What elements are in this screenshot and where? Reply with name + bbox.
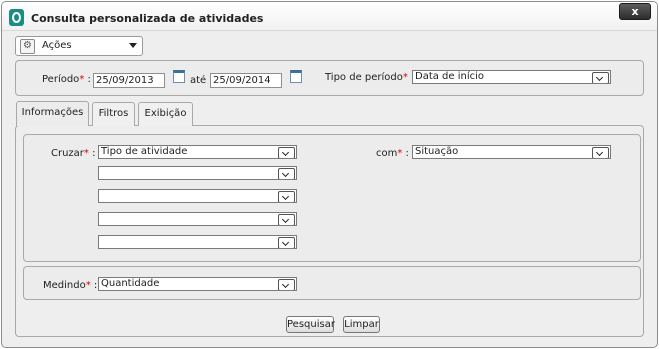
chevron-down-icon [278, 191, 295, 202]
measure-select[interactable]: Quantidade [98, 277, 297, 291]
cross-select-1[interactable]: Tipo de atividade [98, 145, 297, 159]
period-type-label: Tipo de período [325, 72, 403, 83]
gear-icon: ⚙ [20, 39, 35, 54]
chevron-down-icon [278, 147, 295, 158]
tab-exibicao[interactable]: Exibição [138, 102, 193, 126]
measure-select-value: Quantidade [101, 278, 160, 289]
period-label: Período [42, 74, 80, 85]
required-mark: * [85, 280, 91, 291]
clear-button[interactable]: Limpar [343, 316, 380, 333]
cross-select-value: Tipo de atividade [101, 146, 188, 157]
chevron-down-icon [592, 147, 609, 158]
search-button[interactable]: Pesquisar [286, 316, 335, 333]
with-select[interactable]: Situação [412, 145, 611, 159]
actions-label: Ações [42, 40, 72, 51]
cross-select-5[interactable] [98, 235, 297, 249]
cross-select-2[interactable] [98, 166, 297, 180]
with-separator: : [405, 148, 409, 159]
required-mark: * [397, 148, 403, 159]
required-mark: * [83, 148, 89, 159]
measure-label: Medindo [43, 280, 86, 291]
dialog-title: Consulta personalizada de atividades [31, 12, 264, 25]
calendar-icon[interactable] [290, 70, 302, 83]
cross-label: Cruzar [51, 148, 84, 159]
with-label-group: com* : [376, 148, 409, 159]
measure-separator: : [93, 280, 98, 291]
chevron-down-icon [278, 279, 295, 290]
until-label: até [190, 75, 207, 86]
actions-dropdown[interactable]: ⚙ Ações [15, 36, 143, 56]
close-button[interactable]: x [619, 3, 651, 20]
period-type-select[interactable]: Data de início [412, 70, 611, 84]
chevron-down-icon [278, 237, 295, 248]
app-logo-icon [9, 9, 24, 26]
period-type-value: Data de início [415, 71, 485, 82]
period-label-group: Período* : [42, 74, 91, 85]
cross-label-group: Cruzar* : [51, 148, 95, 159]
period-end-field[interactable]: 25/09/2014 [210, 73, 282, 88]
period-type-label-group: Tipo de período* : [325, 72, 414, 83]
chevron-down-icon [592, 72, 609, 83]
with-label: com [376, 148, 398, 159]
chevron-down-icon [129, 43, 137, 48]
tab-informacoes[interactable]: Informações [16, 101, 89, 126]
tab-filtros[interactable]: Filtros [92, 102, 135, 126]
cross-separator: : [92, 148, 96, 159]
with-select-value: Situação [415, 146, 459, 157]
calendar-icon[interactable] [173, 70, 185, 83]
chevron-down-icon [278, 214, 295, 225]
cross-select-4[interactable] [98, 212, 297, 226]
measure-label-group: Medindo* : [43, 280, 97, 291]
required-mark: * [79, 74, 85, 85]
period-start-field[interactable]: 25/09/2013 [93, 73, 165, 88]
cross-select-3[interactable] [98, 189, 297, 203]
chevron-down-icon [278, 168, 295, 179]
period-separator: : [87, 74, 91, 85]
required-mark: * [402, 72, 408, 83]
